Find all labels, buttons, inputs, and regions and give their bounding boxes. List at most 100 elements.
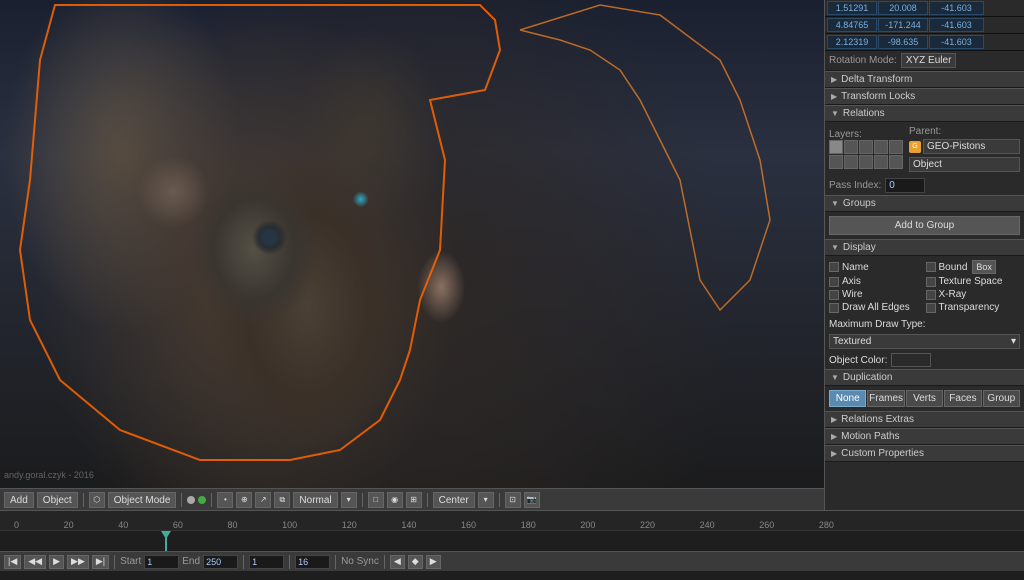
layer-3[interactable] [859, 140, 873, 154]
rotation-mode-value[interactable]: XYZ Euler [901, 53, 957, 68]
extra-icon-1[interactable]: ⊡ [505, 492, 521, 508]
display-header[interactable]: ▼ Display [825, 239, 1024, 256]
display-arrow: ▼ [831, 243, 839, 252]
axis-checkbox[interactable] [829, 277, 839, 287]
layer-8[interactable] [859, 155, 873, 169]
normal-button[interactable]: Normal [293, 492, 337, 508]
playback-prev-button[interactable]: ◀◀ [24, 555, 46, 569]
transform-row-2: 4.84765 -171.244 -41.603 [825, 17, 1024, 34]
object-button[interactable]: Object [37, 492, 78, 508]
val-1-2[interactable]: 20.008 [878, 1, 928, 15]
val-3-1[interactable]: 2.12319 [827, 35, 877, 49]
keyframe-prev-button[interactable]: ◀ [390, 555, 405, 569]
add-to-group-button[interactable]: Add to Group [829, 216, 1020, 235]
playback-end-button[interactable]: ▶| [92, 555, 109, 569]
playback-next-button[interactable]: ▶▶ [67, 555, 89, 569]
duplication-header[interactable]: ▼ Duplication [825, 369, 1024, 386]
layer-10[interactable] [889, 155, 903, 169]
extra-icon-2[interactable]: 📷 [524, 492, 540, 508]
val-1-3[interactable]: -41.603 [929, 1, 984, 15]
custom-properties-header[interactable]: ▶ Custom Properties [825, 445, 1024, 462]
fps-input[interactable] [295, 555, 330, 569]
draw-type-select[interactable]: Textured ▾ [829, 334, 1020, 349]
duplication-buttons: None Frames Verts Faces Group [825, 386, 1024, 411]
timeline-playhead [165, 531, 167, 551]
bound-checkbox[interactable] [926, 262, 936, 272]
object-type-field[interactable]: Object [909, 157, 1020, 172]
draw-all-edges-checkbox[interactable] [829, 303, 839, 313]
relations-extras-header[interactable]: ▶ Relations Extras [825, 411, 1024, 428]
val-2-3[interactable]: -41.603 [929, 18, 984, 32]
layer-4[interactable] [874, 140, 888, 154]
display-grid: Name Bound Box Axis Texture Space Wire [825, 256, 1024, 317]
val-1-1[interactable]: 1.51291 [827, 1, 877, 15]
val-2-2[interactable]: -171.244 [878, 18, 928, 32]
dup-verts-button[interactable]: Verts [906, 390, 943, 407]
view-icon-1[interactable]: □ [368, 492, 384, 508]
center-button[interactable]: Center [433, 492, 475, 508]
wire-label: Wire [842, 289, 863, 300]
name-checkbox[interactable] [829, 262, 839, 272]
val-2-1[interactable]: 4.84765 [827, 18, 877, 32]
normal-icon[interactable]: ▾ [341, 492, 357, 508]
val-3-3[interactable]: -41.603 [929, 35, 984, 49]
val-3-2[interactable]: -98.635 [878, 35, 928, 49]
orientation-icon[interactable]: ↗ [255, 492, 271, 508]
snap-icon[interactable]: • [217, 492, 233, 508]
parent-group: Parent: G GEO-Pistons Object [909, 126, 1020, 172]
display-axis: Axis [829, 276, 924, 287]
mode-icon[interactable]: ⬡ [89, 492, 105, 508]
motion-paths-header[interactable]: ▶ Motion Paths [825, 428, 1024, 445]
object-color-swatch[interactable] [891, 353, 931, 367]
groups-header[interactable]: ▼ Groups [825, 195, 1024, 212]
dup-faces-button[interactable]: Faces [944, 390, 981, 407]
layer-7[interactable] [844, 155, 858, 169]
mode-button[interactable]: Object Mode [108, 492, 177, 508]
view-icon-3[interactable]: ⊞ [406, 492, 422, 508]
layer-5[interactable] [889, 140, 903, 154]
groups-label: Groups [843, 198, 876, 209]
transparency-checkbox[interactable] [926, 303, 936, 313]
current-frame-input[interactable] [249, 555, 284, 569]
parent-label: Parent: [909, 126, 1020, 137]
layer-1[interactable] [829, 140, 843, 154]
box-button[interactable]: Box [972, 260, 996, 274]
relations-header[interactable]: ▼ Relations [825, 105, 1024, 122]
transform-locks-label: Transform Locks [841, 91, 915, 102]
layer-9[interactable] [874, 155, 888, 169]
playback-start-button[interactable]: |◀ [4, 555, 21, 569]
layer-2[interactable] [844, 140, 858, 154]
timeline-track[interactable] [0, 531, 1024, 551]
keyframe-add-button[interactable]: ◆ [408, 555, 423, 569]
center-icon[interactable]: ▾ [478, 492, 494, 508]
display-texture-space: Texture Space [926, 276, 1021, 287]
pass-index-input[interactable] [885, 178, 925, 193]
view-icon-2[interactable]: ◉ [387, 492, 403, 508]
viewport-toolbar: Add Object ⬡ Object Mode • ⊕ ↗ ⧉ Normal … [0, 488, 824, 510]
texture-space-checkbox[interactable] [926, 277, 936, 287]
transform-icon[interactable]: ⧉ [274, 492, 290, 508]
playback-play-button[interactable]: ▶ [49, 555, 64, 569]
delta-transform-header[interactable]: ▶ Delta Transform [825, 71, 1024, 88]
delta-transform-label: Delta Transform [841, 74, 912, 85]
dup-frames-button[interactable]: Frames [867, 390, 904, 407]
transform-locks-header[interactable]: ▶ Transform Locks [825, 88, 1024, 105]
add-button[interactable]: Add [4, 492, 34, 508]
start-frame-input[interactable] [144, 555, 179, 569]
name-label: Name [842, 262, 869, 273]
wire-checkbox[interactable] [829, 290, 839, 300]
viewport-watermark: andy.goral.czyk - 2016 [4, 470, 94, 480]
xray-checkbox[interactable] [926, 290, 936, 300]
keyframe-next-button[interactable]: ▶ [426, 555, 441, 569]
pivot-icon[interactable]: ⊕ [236, 492, 252, 508]
parent-name-field[interactable]: GEO-Pistons [923, 139, 1020, 154]
custom-properties-arrow: ▶ [831, 449, 837, 458]
viewport[interactable]: andy.goral.czyk - 2016 Add Object ⬡ Obje… [0, 0, 824, 510]
dup-none-button[interactable]: None [829, 390, 866, 407]
bottom-sep-4 [335, 555, 336, 569]
end-frame-input[interactable] [203, 555, 238, 569]
display-name: Name [829, 260, 924, 274]
layer-6[interactable] [829, 155, 843, 169]
dup-group-button[interactable]: Group [983, 390, 1020, 407]
layers-group: Layers: [829, 129, 903, 169]
